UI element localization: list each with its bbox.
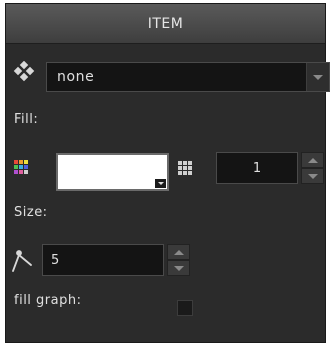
chevron-up-icon: [307, 157, 318, 163]
item-panel: ITEM none Fill: 1 Size: 5 fill graph:: [5, 3, 330, 343]
chevron-down-icon: [307, 173, 318, 179]
fill-color-swatch[interactable]: [56, 153, 169, 191]
color-palette-icon: [14, 159, 28, 174]
size-value-text: 5: [51, 253, 60, 268]
fill-graph-label: fill graph:: [14, 293, 82, 308]
fill-graph-checkbox[interactable]: [177, 300, 193, 316]
chevron-down-icon: [313, 74, 323, 80]
panel-title: ITEM: [147, 15, 184, 32]
chevron-up-icon: [173, 249, 184, 255]
fill-increment-button[interactable]: [301, 152, 324, 168]
compass-size-icon: [11, 249, 33, 273]
style-select[interactable]: none: [46, 62, 330, 92]
fill-value-input[interactable]: 1: [216, 152, 298, 184]
style-select-dropdown-button[interactable]: [306, 63, 329, 91]
dot-grid-icon: [178, 160, 192, 175]
size-decrement-button[interactable]: [167, 260, 190, 276]
chevron-down-icon: [173, 265, 184, 271]
fill-value-text: 1: [252, 160, 262, 176]
diamond-cluster-icon: [12, 60, 36, 85]
fill-label: Fill:: [14, 112, 39, 127]
size-label: Size:: [14, 205, 48, 220]
style-select-value: none: [57, 69, 95, 85]
size-increment-button[interactable]: [167, 244, 190, 260]
swatch-dropdown-icon: [155, 179, 166, 188]
size-value-input[interactable]: 5: [42, 244, 164, 276]
fill-decrement-button[interactable]: [301, 168, 324, 184]
panel-header: ITEM: [6, 4, 325, 44]
